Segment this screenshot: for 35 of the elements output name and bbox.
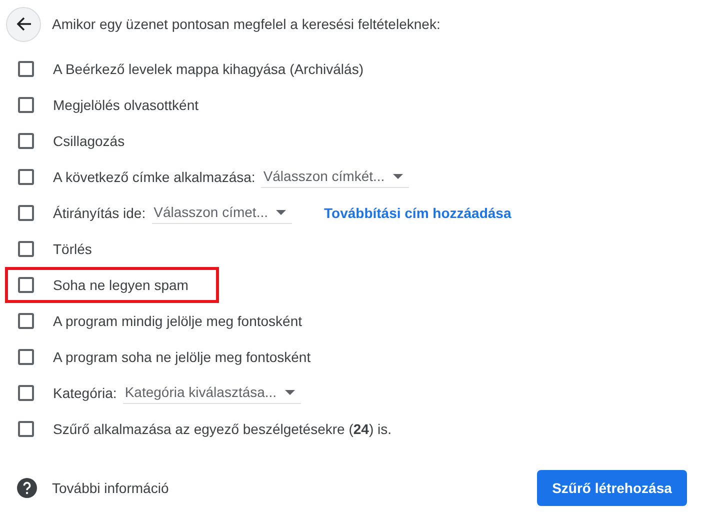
back-button[interactable] [6, 6, 41, 42]
checkbox[interactable] [18, 277, 34, 293]
caret-icon [276, 210, 286, 214]
checkbox[interactable] [18, 205, 34, 221]
create-filter-button[interactable]: Szűrő létrehozása [537, 470, 687, 506]
option-label: A következő címke alkalmazása: [53, 169, 256, 185]
checkbox[interactable] [18, 241, 34, 257]
option-label: A Beérkező levelek mappa kihagyása (Archiválás) [53, 61, 364, 77]
dropdown[interactable]: Válasszon címet... [152, 202, 292, 224]
option-label: A program soha ne jelölje meg fontosként [53, 349, 311, 365]
checkbox[interactable] [18, 313, 34, 329]
checkbox[interactable] [18, 133, 34, 149]
checkbox[interactable] [18, 385, 34, 401]
checkbox[interactable] [18, 169, 34, 185]
help-icon [17, 478, 37, 498]
option-label: Csillagozás [53, 133, 125, 149]
checkbox[interactable] [18, 97, 34, 113]
option-label: Kategória: [53, 385, 117, 401]
checkbox[interactable] [18, 421, 34, 437]
caret-icon [284, 390, 295, 394]
more-info-link[interactable]: További információ [52, 480, 169, 496]
checkbox[interactable] [18, 349, 34, 365]
add-forwarding-link[interactable]: Továbbítási cím hozzáadása [324, 205, 512, 221]
option-label: Szűrő alkalmazása az egyező beszélgetésekre (24) is. [53, 421, 392, 437]
option-label: Átirányítás ide: [53, 205, 146, 221]
option-label: A program mindig jelölje meg fontosként [53, 313, 302, 329]
option-label: Megjelölés olvasottként [53, 97, 199, 113]
dropdown[interactable]: Válasszon címkét... [261, 166, 409, 188]
option-label: Soha ne legyen spam [53, 277, 188, 293]
caret-icon [392, 174, 403, 178]
option-label: Törlés [53, 241, 92, 257]
heading: Amikor egy üzenet pontosan megfelel a keresési feltételeknek: [52, 16, 440, 32]
dropdown[interactable]: Kategória kiválasztása... [122, 382, 301, 404]
checkbox[interactable] [18, 61, 34, 77]
back-arrow-icon [16, 16, 32, 32]
